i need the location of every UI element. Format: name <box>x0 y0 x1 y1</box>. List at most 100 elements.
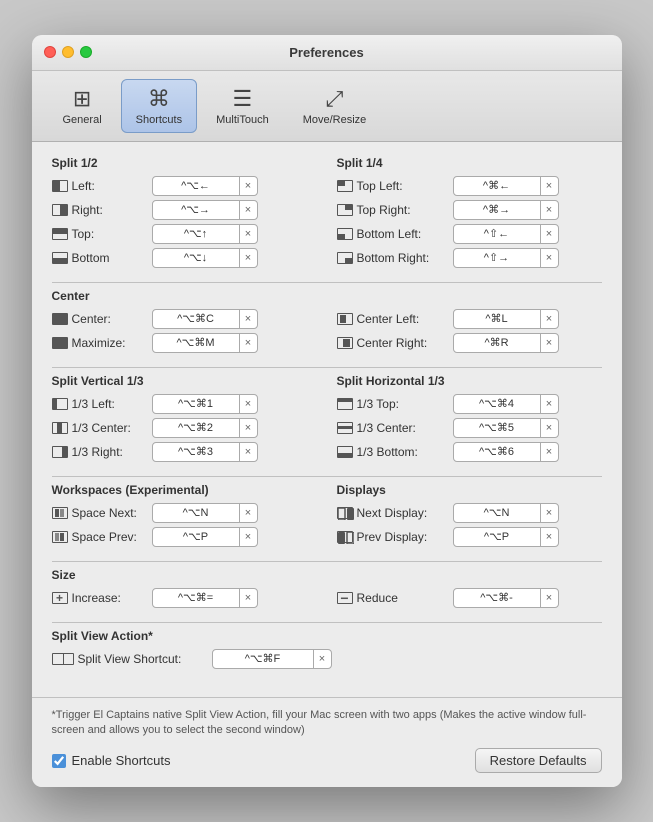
row-center: Center Center: × Maximize: × <box>52 289 602 357</box>
bottom-clear-btn[interactable]: × <box>239 249 257 267</box>
top-clear-btn[interactable]: × <box>239 225 257 243</box>
space-next-input-wrapper: × <box>152 503 258 523</box>
workspaces-title: Workspaces (Experimental) <box>52 483 317 497</box>
section-reduce: Size − Reduce × <box>337 568 602 612</box>
shortcut-bottom-right: Bottom Right: × <box>337 248 602 268</box>
space-prev-input-wrapper: × <box>152 527 258 547</box>
maximize-input[interactable] <box>153 335 239 351</box>
space-next-clear-btn[interactable]: × <box>239 504 257 522</box>
third-left-input[interactable] <box>153 396 239 412</box>
row-split-view: Split View Action* Split View Shortcut: … <box>52 629 602 673</box>
minimize-button[interactable] <box>62 46 74 58</box>
third-right-input[interactable] <box>153 444 239 460</box>
bottom-right-clear-btn[interactable]: × <box>540 249 558 267</box>
center-clear-btn[interactable]: × <box>239 310 257 328</box>
h-third-top-input[interactable] <box>454 396 540 412</box>
prev-display-clear-btn[interactable]: × <box>540 528 558 546</box>
move-resize-icon: ⤢ <box>326 86 344 112</box>
shortcut-space-prev: Space Prev: × <box>52 527 317 547</box>
shortcut-space-next: Space Next: × <box>52 503 317 523</box>
restore-defaults-button[interactable]: Restore Defaults <box>475 748 602 773</box>
shortcut-top: Top: × <box>52 224 317 244</box>
space-prev-input[interactable] <box>153 529 239 545</box>
bottom-right-input[interactable] <box>454 250 540 266</box>
center-right-clear-btn[interactable]: × <box>540 334 558 352</box>
titlebar: Preferences <box>32 35 622 71</box>
reduce-input[interactable] <box>454 590 540 606</box>
center-left-input[interactable] <box>454 311 540 327</box>
footer-bottom: Enable Shortcuts Restore Defaults <box>52 748 602 773</box>
maximize-clear-btn[interactable]: × <box>239 334 257 352</box>
increase-input[interactable] <box>153 590 239 606</box>
general-icon: ⊞ <box>73 86 91 112</box>
space-next-input[interactable] <box>153 505 239 521</box>
third-center-input[interactable] <box>153 420 239 436</box>
next-display-clear-btn[interactable]: × <box>540 504 558 522</box>
space-prev-clear-btn[interactable]: × <box>239 528 257 546</box>
right-input[interactable] <box>153 202 239 218</box>
shortcut-next-display: Next Display: × <box>337 503 602 523</box>
center-input[interactable] <box>153 311 239 327</box>
top-right-clear-btn[interactable]: × <box>540 201 558 219</box>
tab-shortcuts[interactable]: ⌘ Shortcuts <box>121 79 197 133</box>
bottom-left-clear-btn[interactable]: × <box>540 225 558 243</box>
third-left-icon <box>52 398 68 410</box>
main-content: Split 1/2 Left: × Right: × <box>32 142 622 697</box>
third-right-icon <box>52 446 68 458</box>
section-split-view: Split View Action* Split View Shortcut: … <box>52 629 602 673</box>
center-left-clear-btn[interactable]: × <box>540 310 558 328</box>
shortcut-bottom: Bottom × <box>52 248 317 268</box>
right-clear-btn[interactable]: × <box>239 201 257 219</box>
top-left-input[interactable] <box>454 178 540 194</box>
h-third-center-input[interactable] <box>454 420 540 436</box>
third-center-clear-btn[interactable]: × <box>239 419 257 437</box>
third-right-clear-btn[interactable]: × <box>239 443 257 461</box>
bottom-left-input[interactable] <box>454 226 540 242</box>
tab-move-resize[interactable]: ⤢ Move/Resize <box>288 79 382 133</box>
bottom-input[interactable] <box>153 250 239 266</box>
split-view-input[interactable] <box>213 651 313 667</box>
reduce-clear-btn[interactable]: × <box>540 589 558 607</box>
enable-shortcuts-row: Enable Shortcuts <box>52 753 171 768</box>
center-right-input[interactable] <box>454 335 540 351</box>
h-third-top-clear-btn[interactable]: × <box>540 395 558 413</box>
shortcut-left: Left: × <box>52 176 317 196</box>
increase-clear-btn[interactable]: × <box>239 589 257 607</box>
top-input[interactable] <box>153 226 239 242</box>
shortcut-third-center: 1/3 Center: × <box>52 418 317 438</box>
top-right-input[interactable] <box>454 202 540 218</box>
prev-display-input[interactable] <box>454 529 540 545</box>
right-icon <box>52 204 68 216</box>
footer: *Trigger El Captains native Split View A… <box>32 697 622 788</box>
h-third-bottom-input[interactable] <box>454 444 540 460</box>
maximize-button[interactable] <box>80 46 92 58</box>
top-left-clear-btn[interactable]: × <box>540 177 558 195</box>
h-third-top-input-wrapper: × <box>453 394 559 414</box>
bottom-right-icon <box>337 252 353 264</box>
third-left-label: 1/3 Left: <box>72 397 148 411</box>
maximize-label: Maximize: <box>72 336 148 350</box>
shortcut-bottom-left: Bottom Left: × <box>337 224 602 244</box>
enable-shortcuts-checkbox[interactable] <box>52 754 66 768</box>
split-horizontal-title: Split Horizontal 1/3 <box>337 374 602 388</box>
section-split-quarter: Split 1/4 Top Left: × Top Right: × <box>337 156 602 272</box>
next-display-input[interactable] <box>454 505 540 521</box>
prev-display-icon <box>337 531 353 543</box>
tab-general[interactable]: ⊞ General <box>48 79 117 133</box>
tab-multitouch[interactable]: ☰ MultiTouch <box>201 79 284 133</box>
top-label: Top: <box>72 227 148 241</box>
h-third-center-icon <box>337 422 353 434</box>
center-title: Center <box>52 289 317 303</box>
split-quarter-title: Split 1/4 <box>337 156 602 170</box>
maximize-input-wrapper: × <box>152 333 258 353</box>
h-third-center-clear-btn[interactable]: × <box>540 419 558 437</box>
third-left-clear-btn[interactable]: × <box>239 395 257 413</box>
close-button[interactable] <box>44 46 56 58</box>
left-clear-btn[interactable]: × <box>239 177 257 195</box>
split-view-clear-btn[interactable]: × <box>313 650 331 668</box>
bottom-left-icon <box>337 228 353 240</box>
shortcut-increase: + Increase: × <box>52 588 317 608</box>
left-input[interactable] <box>153 178 239 194</box>
space-prev-icon <box>52 531 68 543</box>
h-third-bottom-clear-btn[interactable]: × <box>540 443 558 461</box>
